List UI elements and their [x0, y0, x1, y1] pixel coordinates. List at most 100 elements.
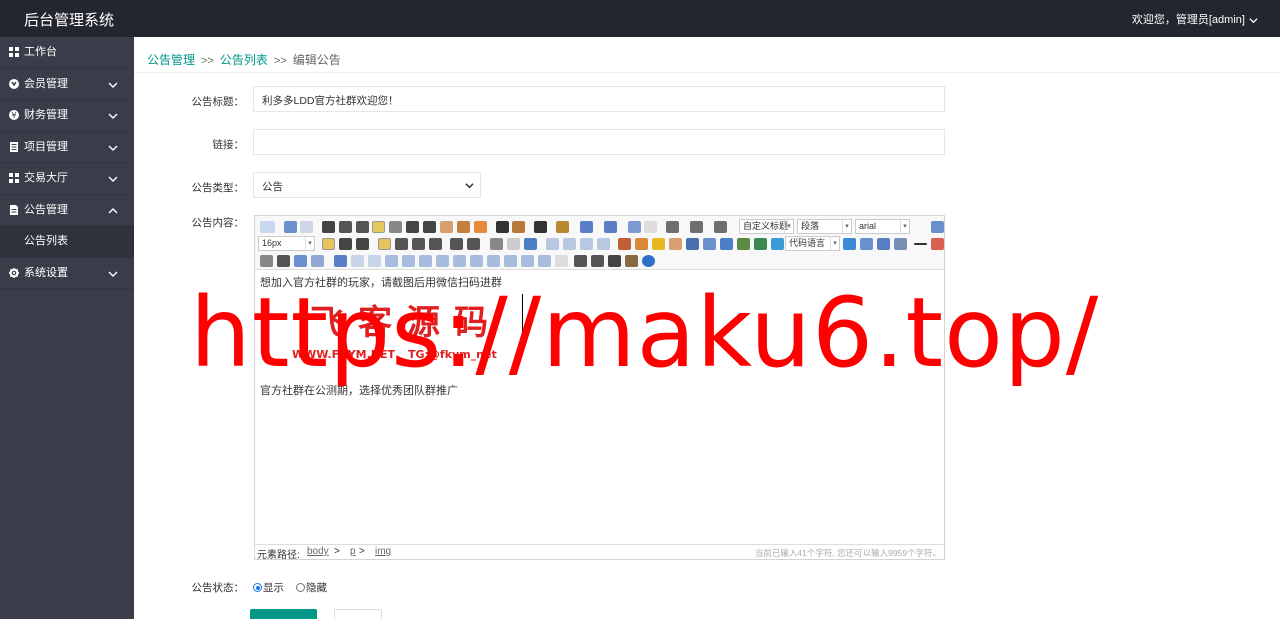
format-brush-icon[interactable] — [457, 221, 470, 233]
image-center-icon[interactable] — [597, 238, 610, 250]
find-icon[interactable] — [608, 255, 621, 267]
multi-image-icon[interactable] — [635, 238, 648, 250]
font-size-select[interactable]: 16px ▾ — [258, 236, 315, 251]
date-icon[interactable] — [931, 238, 944, 250]
horizontal-rule-icon[interactable] — [914, 243, 927, 245]
insert-video-icon[interactable] — [686, 238, 699, 250]
anchor-icon[interactable] — [524, 238, 537, 250]
underline-icon[interactable] — [356, 221, 369, 233]
emotion-icon[interactable] — [652, 238, 665, 250]
reset-button[interactable] — [334, 609, 382, 619]
frame-icon[interactable] — [771, 238, 784, 250]
link-input[interactable] — [253, 129, 945, 155]
italic-icon[interactable] — [339, 221, 352, 233]
indent-icon[interactable] — [356, 238, 369, 250]
row-spacing-bottom-icon[interactable] — [690, 221, 703, 233]
attachment-icon[interactable] — [720, 238, 733, 250]
bold-icon[interactable] — [322, 221, 335, 233]
align-center-icon[interactable] — [395, 238, 408, 250]
insert-table-icon[interactable] — [334, 255, 347, 267]
status-radio-hide[interactable]: 隐藏 — [296, 580, 327, 595]
sidebar-item-members[interactable]: 会员管理 — [0, 69, 134, 100]
link-icon[interactable] — [490, 238, 503, 250]
wordimage-icon[interactable] — [294, 255, 307, 267]
gmap-icon[interactable] — [754, 238, 767, 250]
scrawl-icon[interactable] — [669, 238, 682, 250]
font-border-icon[interactable] — [372, 221, 385, 233]
printer-icon[interactable] — [574, 255, 587, 267]
align-right-icon[interactable] — [412, 238, 425, 250]
time-icon[interactable] — [260, 255, 273, 267]
merge-down-icon[interactable] — [487, 255, 500, 267]
superscript-icon[interactable] — [406, 221, 419, 233]
draft-icon[interactable] — [625, 255, 638, 267]
insert-image-icon[interactable] — [618, 238, 631, 250]
sidebar-subitem-notice-list[interactable]: 公告列表 — [0, 226, 134, 258]
background-color-icon[interactable] — [556, 221, 569, 233]
merge-right-icon[interactable] — [470, 255, 483, 267]
delete-row-icon[interactable] — [402, 255, 415, 267]
split-cols-icon[interactable] — [538, 255, 551, 267]
element-path-item[interactable]: img — [375, 546, 391, 557]
heading-select[interactable]: 自定义标题 ▾ — [739, 219, 794, 234]
paste-plain-icon[interactable] — [512, 221, 525, 233]
clear-doc-icon[interactable] — [644, 221, 657, 233]
table-props-icon[interactable] — [555, 255, 568, 267]
uppercase-icon[interactable] — [450, 238, 463, 250]
unordered-list-icon[interactable] — [604, 221, 617, 233]
submit-button[interactable] — [250, 609, 317, 619]
lowercase-icon[interactable] — [467, 238, 480, 250]
type-select[interactable]: 公告 — [253, 172, 481, 198]
element-path-item[interactable]: body — [307, 546, 329, 557]
direction-ltr-icon[interactable] — [322, 238, 335, 250]
search-replace-icon[interactable] — [311, 255, 324, 267]
delete-col-icon[interactable] — [436, 255, 449, 267]
page-break-icon[interactable] — [843, 238, 856, 250]
sidebar-item-notices[interactable]: 公告管理 — [0, 194, 134, 226]
strikethrough-icon[interactable] — [389, 221, 402, 233]
template-icon[interactable] — [860, 238, 873, 250]
redo-icon[interactable] — [300, 221, 313, 233]
split-rows-icon[interactable] — [521, 255, 534, 267]
background-icon[interactable] — [877, 238, 890, 250]
breadcrumb-link[interactable]: 公告管理 — [147, 53, 195, 67]
eraser-icon[interactable] — [440, 221, 453, 233]
fkym-logo-image[interactable]: 飞客源码 WWW.FKYM.NET TG:@fkym_net — [290, 298, 530, 366]
special-char-icon[interactable] — [277, 255, 290, 267]
sidebar-item-projects[interactable]: 项目管理 — [0, 132, 134, 163]
html-source-icon[interactable] — [260, 221, 275, 233]
merge-cells-icon[interactable] — [453, 255, 466, 267]
delete-table-icon[interactable] — [351, 255, 364, 267]
insert-row-icon[interactable] — [385, 255, 398, 267]
breadcrumb-link[interactable]: 公告列表 — [220, 53, 268, 67]
music-icon[interactable] — [703, 238, 716, 250]
element-path-item[interactable]: p — [350, 546, 356, 557]
insert-paragraph-icon[interactable] — [368, 255, 381, 267]
line-height-icon[interactable] — [714, 221, 727, 233]
align-left-icon[interactable] — [378, 238, 391, 250]
sidebar-item-finance[interactable]: ¥ 财务管理 — [0, 100, 134, 132]
rich-text-editor[interactable]: 自定义标题 ▾ 段落 ▾ arial ▾ 16px ▾ 代码语言 ▾ 想加入官方… — [254, 215, 945, 561]
image-left-icon[interactable] — [563, 238, 576, 250]
paragraph-select[interactable]: 段落 ▾ — [797, 219, 852, 234]
map-icon[interactable] — [737, 238, 750, 250]
ordered-list-icon[interactable] — [580, 221, 593, 233]
blockquote-icon[interactable] — [496, 221, 509, 233]
insert-col-icon[interactable] — [419, 255, 432, 267]
select-all-icon[interactable] — [628, 221, 641, 233]
unlink-icon[interactable] — [507, 238, 520, 250]
align-justify-icon[interactable] — [429, 238, 442, 250]
title-input[interactable]: 利多多LDD官方社群欢迎您！ — [253, 86, 945, 112]
auto-format-icon[interactable] — [474, 221, 487, 233]
image-none-icon[interactable] — [546, 238, 559, 250]
help-icon[interactable] — [642, 255, 655, 267]
split-cells-icon[interactable] — [504, 255, 517, 267]
undo-icon[interactable] — [284, 221, 297, 233]
subscript-icon[interactable] — [423, 221, 436, 233]
fullscreen-icon[interactable] — [931, 221, 944, 233]
preview-icon[interactable] — [591, 255, 604, 267]
status-radio-show[interactable]: 显示 — [253, 580, 284, 595]
print-icon[interactable] — [894, 238, 907, 250]
direction-rtl-icon[interactable] — [339, 238, 352, 250]
font-family-select[interactable]: arial ▾ — [855, 219, 910, 234]
